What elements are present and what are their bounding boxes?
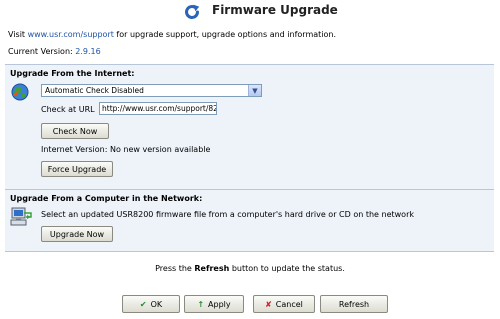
note-prefix: Press the: [155, 264, 195, 273]
title-bar: Firmware Upgrade: [0, 0, 500, 22]
force-upgrade-button[interactable]: Force Upgrade: [41, 161, 113, 177]
page-title: Firmware Upgrade: [212, 3, 338, 17]
apply-label: Apply: [208, 299, 231, 309]
check-mode-select[interactable]: Automatic Check Disabled ▼: [41, 84, 262, 97]
network-upgrade-panel: Upgrade From a Computer in the Network: …: [5, 189, 494, 252]
upgrade-now-button[interactable]: Upgrade Now: [41, 226, 113, 242]
network-section-title: Upgrade From a Computer in the Network:: [10, 194, 203, 203]
intro-prefix: Visit: [8, 30, 28, 39]
support-link[interactable]: www.usr.com/support: [28, 30, 114, 39]
refresh-button[interactable]: Refresh: [320, 295, 388, 313]
check-now-button[interactable]: Check Now: [41, 123, 109, 139]
current-version-label: Current Version:: [8, 47, 73, 56]
ok-button[interactable]: ✔ OK: [122, 295, 180, 313]
intro-suffix: for upgrade support, upgrade options and…: [113, 30, 336, 39]
ok-label: OK: [150, 299, 163, 309]
internet-version-value: No new version available: [109, 145, 211, 154]
current-version-value: 2.9.16: [75, 47, 101, 56]
check-mode-value: Automatic Check Disabled: [45, 86, 144, 95]
refresh-label: Refresh: [338, 299, 370, 309]
refresh-icon: [185, 4, 200, 19]
arrow-up-icon: ↑: [197, 299, 205, 309]
internet-version: Internet Version: No new version availab…: [41, 145, 210, 154]
note-bold: Refresh: [194, 264, 230, 273]
checkmark-icon: ✔: [139, 299, 147, 309]
close-icon: ✘: [265, 299, 272, 309]
check-url-value: http://www.usr.com/support/8200...: [102, 104, 217, 113]
internet-upgrade-panel: Upgrade From the Internet: Automatic Che…: [5, 64, 494, 190]
intro-text: Visit www.usr.com/support for upgrade su…: [8, 30, 336, 39]
internet-version-label: Internet Version:: [41, 145, 108, 154]
check-url-input[interactable]: http://www.usr.com/support/8200...: [99, 102, 217, 115]
cancel-label: Cancel: [275, 299, 303, 309]
chevron-down-icon[interactable]: ▼: [248, 85, 261, 96]
computer-icon: [10, 207, 32, 226]
network-description: Select an updated USR8200 firmware file …: [41, 210, 414, 219]
check-url-label: Check at URL: [41, 105, 95, 114]
note-suffix: button to update the status.: [229, 264, 345, 273]
internet-section-title: Upgrade From the Internet:: [10, 69, 135, 78]
globe-icon: [11, 83, 29, 101]
cancel-button[interactable]: ✘ Cancel: [253, 295, 315, 313]
current-version: Current Version: 2.9.16: [8, 47, 101, 56]
refresh-note: Press the Refresh button to update the s…: [0, 264, 500, 273]
apply-button[interactable]: ↑ Apply: [184, 295, 244, 313]
